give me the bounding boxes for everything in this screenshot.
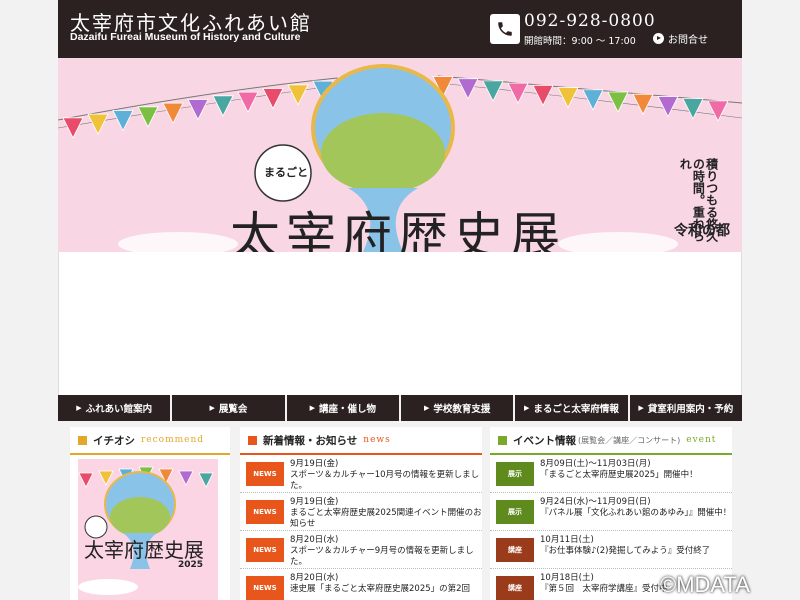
news-date: 9月19日(金)	[290, 497, 339, 507]
hero-era-text: 令和の都 だ	[674, 223, 742, 239]
news-text: 速史展「まるごと太宰府歴史展2025」の第2回	[290, 584, 471, 594]
recommend-panel: イチオシ recommend 太宰府歴史展 2025	[70, 427, 230, 600]
event-date: 8月09日(土)〜11月03日(月)	[540, 459, 651, 469]
hero-banner[interactable]: まるごと 積りつもる悠久の時間。重ねられ 令和の都 だ 太宰府歴史展	[58, 58, 742, 252]
opening-hours: 開館時間：9:00 〜 17:00	[524, 36, 636, 47]
event-item[interactable]: 展示 9月24日(水)〜11月09日(日) 『パネル展「文化ふれあい館のあゆみ」』…	[490, 493, 732, 531]
event-date: 10月18日(土)	[540, 573, 594, 583]
site-header: 太宰府市文化ふれあい館 Dazaifu Fureai Museum of His…	[58, 0, 742, 58]
event-item[interactable]: 展示 8月09日(土)〜11月03日(月) 「まるごと太宰府歴史展2025」開催中…	[490, 455, 732, 493]
news-panel: 新着情報・お知らせ news NEWS 9月19日(金) スポーツ＆カルチャー10…	[240, 427, 482, 600]
triangle-right-icon: ▶	[423, 404, 430, 412]
news-date: 9月19日(金)	[290, 459, 339, 469]
event-date: 9月24日(水)〜11月09日(日)	[540, 497, 651, 507]
square-icon	[248, 435, 257, 445]
event-badge: 講座	[496, 538, 534, 562]
arrow-circle-icon	[653, 33, 664, 44]
event-badge: 展示	[496, 462, 534, 486]
news-title-en: news	[363, 435, 391, 445]
main-nav: ▶ ふれあい館案内 ▶ 展覧会 ▶ 講座・催し物 ▶ 学校教育支援 ▶ まるごと太宰府情報…	[58, 395, 742, 421]
event-text: 『お仕事体験♪(2)発掘してみよう』受付終了	[540, 546, 711, 556]
news-item[interactable]: NEWS 9月19日(金) まるごと太宰府歴史展2025関連イベント開催のお知らせ	[240, 493, 482, 531]
nav-item-dazaifu-info[interactable]: ▶ まるごと太宰府情報	[515, 395, 628, 421]
square-icon	[498, 435, 507, 445]
contact-label: お問合せ	[668, 35, 708, 46]
contact-link[interactable]: お問合せ	[653, 31, 708, 46]
hero-blank-area	[58, 252, 742, 395]
recommend-title: イチオシ	[93, 434, 135, 447]
news-text: スポーツ＆カルチャー9月号の情報を更新しました。	[290, 546, 474, 567]
news-date: 8月20日(水)	[290, 573, 339, 583]
news-text: まるごと太宰府歴史展2025関連イベント開催のお知らせ	[290, 508, 482, 529]
events-title: イベント情報	[513, 434, 576, 447]
news-item[interactable]: NEWS 8月20日(水) スポーツ＆カルチャー9月号の情報を更新しました。	[240, 531, 482, 569]
events-title-en: event	[686, 435, 717, 445]
poster-year: 2025	[178, 560, 204, 570]
phone-number: 092-928-0800	[524, 11, 656, 31]
triangle-right-icon: ▶	[309, 404, 315, 412]
event-item[interactable]: 講座 10月11日(土) 『お仕事体験♪(2)発掘してみよう』受付終了	[490, 531, 732, 569]
triangle-right-icon: ▶	[524, 404, 530, 412]
event-badge: 講座	[496, 576, 534, 600]
news-badge: NEWS	[246, 538, 284, 562]
site-subtitle: Dazaifu Fureai Museum of History and Cul…	[70, 31, 301, 43]
events-header: イベント情報 (展覧会／講座／コンサート) event	[490, 427, 732, 455]
news-text: スポーツ＆カルチャー10月号の情報を更新しました。	[290, 470, 480, 491]
nav-item-exhibitions[interactable]: ▶ 展覧会	[172, 395, 285, 421]
poster-illustration	[78, 466, 214, 595]
event-date: 10月11日(土)	[540, 535, 594, 545]
triangle-right-icon: ▶	[638, 404, 644, 412]
recommend-title-en: recommend	[141, 435, 205, 445]
nav-item-room-rental[interactable]: ▶ 貸室利用案内・予約	[629, 395, 742, 421]
svg-text:まるごと: まるごと	[264, 165, 308, 179]
hero-title: 太宰府歴史展	[230, 207, 566, 252]
event-badge: 展示	[496, 500, 534, 524]
events-title-sub: (展覧会／講座／コンサート)	[578, 435, 681, 445]
news-header: 新着情報・お知らせ news	[240, 427, 482, 455]
event-text: 『第５回 太宰府学講座』受付中	[540, 584, 668, 594]
recommend-poster[interactable]: 太宰府歴史展 2025	[78, 459, 218, 600]
news-badge: NEWS	[246, 576, 284, 600]
news-item[interactable]: NEWS 8月20日(水) 速史展「まるごと太宰府歴史展2025」の第2回	[240, 569, 482, 600]
square-icon	[78, 435, 87, 445]
nav-item-school-support[interactable]: ▶ 学校教育支援	[400, 395, 514, 421]
watermark: ©MDATA	[660, 572, 750, 597]
event-text: 「まるごと太宰府歴史展2025」開催中！	[540, 470, 698, 480]
news-item[interactable]: NEWS 9月19日(金) スポーツ＆カルチャー10月号の情報を更新しました。	[240, 455, 482, 493]
poster-title: 太宰府歴史展	[84, 538, 204, 562]
news-date: 8月20日(水)	[290, 535, 339, 545]
event-text: 『パネル展「文化ふれあい館のあゆみ」』開催中！	[540, 508, 732, 518]
triangle-right-icon: ▶	[209, 404, 215, 412]
phone-icon	[490, 14, 520, 44]
recommend-header: イチオシ recommend	[70, 427, 230, 455]
nav-item-lectures-events[interactable]: ▶ 講座・催し物	[286, 395, 399, 421]
news-badge: NEWS	[246, 500, 284, 524]
news-badge: NEWS	[246, 462, 284, 486]
triangle-right-icon: ▶	[76, 404, 82, 412]
news-title: 新着情報・お知らせ	[263, 434, 358, 447]
nav-item-museum-guide[interactable]: ▶ ふれあい館案内	[58, 395, 171, 421]
